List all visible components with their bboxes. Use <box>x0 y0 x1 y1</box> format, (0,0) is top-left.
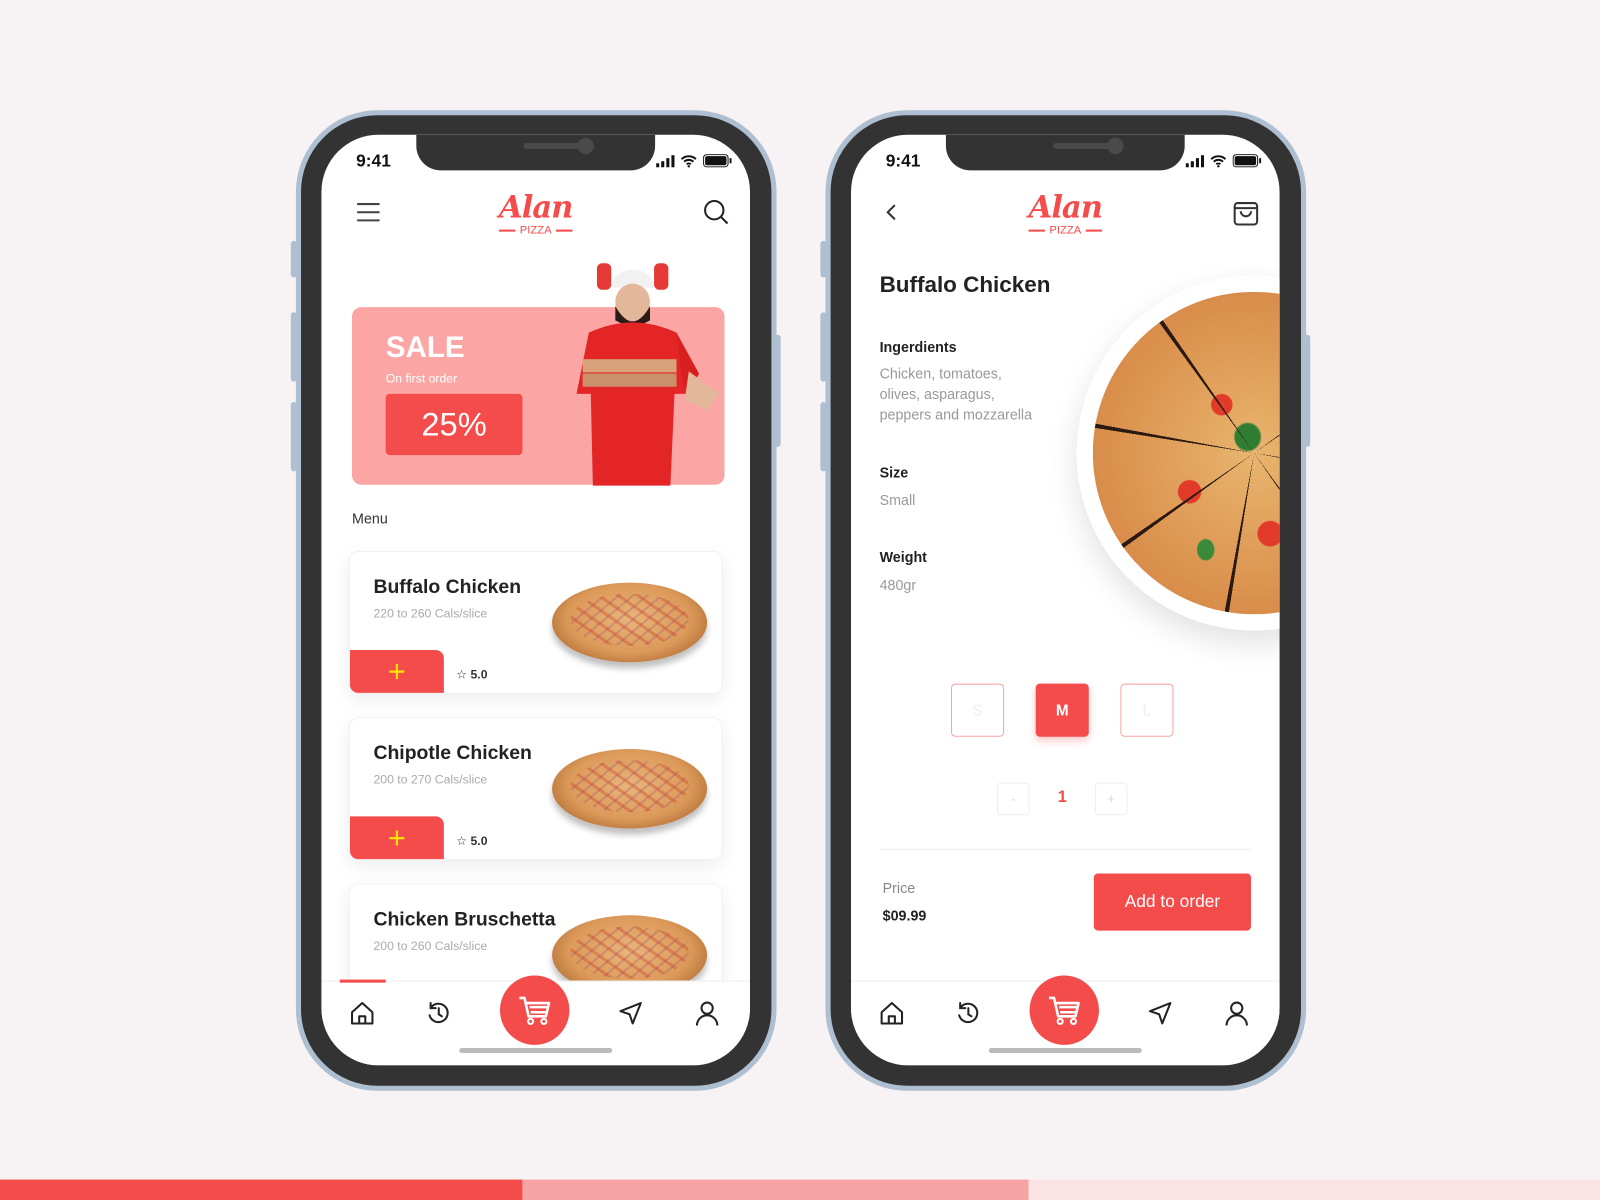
footer-stripe <box>1028 1179 1600 1200</box>
menu-icon[interactable] <box>356 202 380 222</box>
battery-icon <box>703 154 732 168</box>
ingredients-line: olives, asparagus, <box>879 385 995 403</box>
weight-value: 480gr <box>879 576 917 593</box>
user-icon[interactable] <box>1223 1000 1250 1027</box>
signal-icon <box>656 154 675 167</box>
signal-icon <box>1185 154 1205 167</box>
home-screen: 9:41 Alan PIZZA SALE On first order 25% … <box>321 134 750 1066</box>
side-button <box>290 312 297 382</box>
send-icon[interactable] <box>617 1000 644 1027</box>
status-time: 9:41 <box>885 151 921 171</box>
history-icon[interactable] <box>955 1000 982 1027</box>
quantity-increase-button[interactable]: + <box>1094 782 1128 816</box>
history-icon[interactable] <box>426 1000 453 1027</box>
discount-badge: 25% <box>385 393 523 456</box>
star-icon: ☆ <box>456 833 471 848</box>
pizza-image <box>552 748 708 829</box>
ingredients-label: Ingerdients <box>879 338 957 356</box>
cart-icon <box>519 996 551 1025</box>
pizza-image <box>552 582 708 663</box>
side-button <box>820 240 827 278</box>
quantity-value: 1 <box>1057 788 1067 807</box>
quantity-decrease-button[interactable]: - <box>996 782 1030 816</box>
sale-subtitle: On first order <box>385 371 458 386</box>
logo: Alan PIZZA <box>499 189 573 237</box>
item-name: Chipotle Chicken <box>373 742 532 765</box>
notch <box>416 134 656 171</box>
logo: Alan PIZZA <box>1028 189 1103 237</box>
active-tab-indicator <box>339 979 386 983</box>
size-option-m[interactable]: M <box>1035 683 1089 737</box>
item-name: Chicken Bruschetta <box>373 909 556 931</box>
sale-title: SALE <box>385 331 465 365</box>
item-name: Buffalo Chicken <box>373 576 522 598</box>
back-icon[interactable] <box>885 202 899 222</box>
status-icons <box>656 154 732 168</box>
phone-detail: 9:41 Alan PIZZA Buffalo Chicken Ingerdien… <box>825 110 1307 1091</box>
ingredients-line: peppers and mozzarella <box>879 406 1033 423</box>
product-title: Buffalo Chicken <box>879 271 1051 297</box>
side-button <box>290 240 297 278</box>
side-button <box>290 402 297 472</box>
pizza-plate-image <box>1076 275 1280 631</box>
side-button <box>820 402 827 472</box>
home-indicator <box>988 1047 1142 1054</box>
size-value: Small <box>879 491 916 509</box>
price-value: $09.99 <box>882 907 927 924</box>
add-to-cart-button[interactable]: + <box>349 649 444 693</box>
star-icon: ☆ <box>456 667 471 682</box>
side-button <box>820 312 827 382</box>
footer-stripe <box>0 1179 523 1200</box>
phone-home: 9:41 Alan PIZZA SALE On first order 25% … <box>295 110 777 1091</box>
price-label: Price <box>882 879 916 896</box>
item-calories: 200 to 260 Cals/slice <box>373 938 488 954</box>
add-to-cart-button[interactable]: + <box>349 816 444 860</box>
menu-heading: Menu <box>352 510 388 527</box>
cart-button[interactable] <box>1029 975 1099 1045</box>
shopping-bag-icon[interactable] <box>1233 198 1260 227</box>
status-icons <box>1185 154 1262 168</box>
item-rating: ☆ 5.0 <box>456 667 488 682</box>
menu-item-card[interactable]: Buffalo Chicken 220 to 260 Cals/slice + … <box>348 551 723 694</box>
side-button <box>1304 334 1311 447</box>
wifi-icon <box>1210 154 1227 167</box>
weight-label: Weight <box>879 548 927 566</box>
size-label: Size <box>879 464 909 481</box>
side-button <box>774 334 781 447</box>
item-calories: 220 to 260 Cals/slice <box>373 606 488 621</box>
size-option-s[interactable]: S <box>951 683 1005 737</box>
detail-screen: 9:41 Alan PIZZA Buffalo Chicken Ingerdien… <box>851 134 1280 1066</box>
send-icon[interactable] <box>1147 1000 1174 1027</box>
home-icon[interactable] <box>879 1000 906 1027</box>
battery-icon <box>1232 154 1262 168</box>
add-to-order-button[interactable]: Add to order <box>1093 873 1252 931</box>
ingredients-line: Chicken, tomatoes, <box>879 365 1002 382</box>
cart-button[interactable] <box>499 975 570 1045</box>
cart-icon <box>1048 996 1080 1025</box>
item-calories: 200 to 270 Cals/slice <box>373 772 488 787</box>
home-icon[interactable] <box>349 1000 376 1027</box>
wifi-icon <box>680 154 697 167</box>
notch <box>945 134 1185 171</box>
status-time: 9:41 <box>356 151 391 171</box>
divider <box>879 848 1252 850</box>
search-icon[interactable] <box>703 199 730 226</box>
home-indicator <box>459 1047 613 1054</box>
menu-item-card[interactable]: Chipotle Chicken 200 to 270 Cals/slice +… <box>348 717 723 861</box>
user-icon[interactable] <box>694 1000 721 1027</box>
size-option-l[interactable]: L <box>1120 683 1174 737</box>
item-rating: ☆ 5.0 <box>456 833 488 848</box>
footer-stripe <box>522 1179 1029 1200</box>
delivery-man-image <box>576 263 720 486</box>
